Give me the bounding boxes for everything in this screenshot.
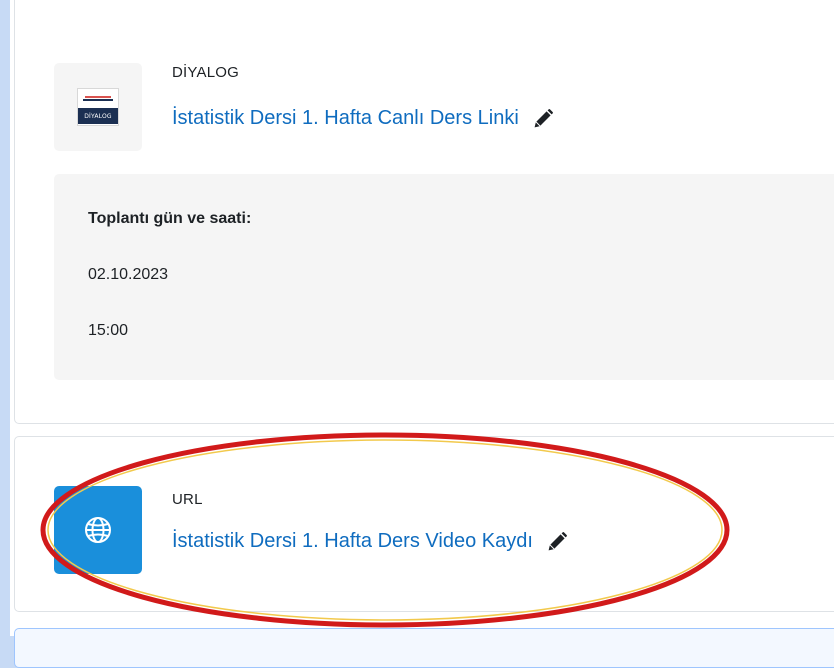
globe-icon	[54, 486, 142, 574]
meeting-time-heading: Toplantı gün ve saati:	[88, 210, 252, 227]
activity-link-video-recording[interactable]: İstatistik Dersi 1. Hafta Ders Video Kay…	[172, 530, 567, 553]
activity-title[interactable]: İstatistik Dersi 1. Hafta Ders Video Kay…	[172, 530, 533, 553]
activity-description: Toplantı gün ve saati: 02.10.2023 15:00	[54, 174, 834, 380]
pencil-icon[interactable]	[547, 531, 567, 552]
pencil-icon[interactable]	[533, 108, 553, 129]
meeting-date: 02.10.2023	[88, 266, 169, 283]
diyalog-logo: DİYALOG	[77, 88, 119, 126]
activity-card-next	[14, 628, 834, 668]
meeting-time: 15:00	[88, 322, 129, 339]
activity-type-label: URL	[172, 491, 203, 508]
diyalog-logo-icon: DİYALOG	[54, 63, 142, 151]
logo-header-bars	[78, 92, 118, 105]
activity-type-label: DİYALOG	[172, 64, 239, 81]
logo-wordmark: DİYALOG	[78, 108, 118, 124]
activity-link-live-lesson[interactable]: İstatistik Dersi 1. Hafta Canlı Ders Lin…	[172, 107, 553, 130]
activity-title[interactable]: İstatistik Dersi 1. Hafta Canlı Ders Lin…	[172, 107, 519, 130]
course-page: DİYALOG DİYALOG İstatistik Dersi 1. Haft…	[10, 0, 834, 668]
